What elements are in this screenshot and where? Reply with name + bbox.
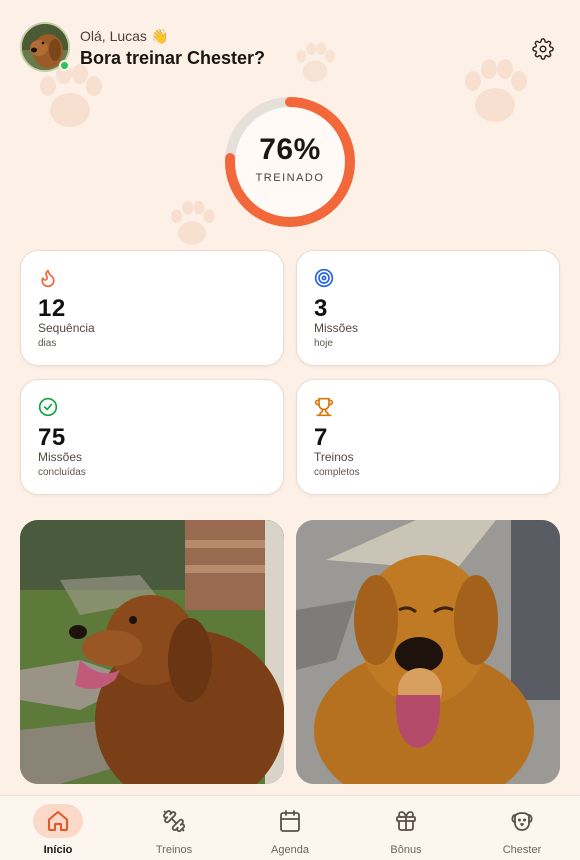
stat-label: Missões (38, 450, 83, 464)
target-icon (314, 268, 334, 288)
paw-decoration-icon (171, 200, 215, 245)
stat-value: 75 (38, 424, 66, 451)
nav-item-agenda[interactable]: Agenda (250, 796, 330, 860)
nav-label: Chester (502, 844, 542, 856)
nav-label: Início (43, 844, 73, 856)
stat-card-trainings[interactable]: 7 Treinos completos (296, 379, 560, 495)
online-status-indicator (59, 60, 70, 71)
bottom-navigation: Início Treinos Agenda Bônus Chester (0, 795, 580, 860)
stat-sublabel: completos (314, 467, 360, 478)
dog-photo-profile[interactable] (20, 520, 284, 784)
wave-emoji: 👋 (150, 28, 169, 44)
stat-value: 7 (314, 424, 328, 451)
flame-icon (41, 269, 55, 288)
dog-face-icon (511, 812, 533, 831)
nav-item-chester[interactable]: Chester (482, 796, 562, 860)
greeting-text: Olá, Lucas 👋 (80, 28, 168, 45)
nav-label: Agenda (271, 844, 309, 856)
dog-photo-front[interactable] (296, 520, 560, 784)
stat-value: 12 (38, 295, 66, 322)
check-circle-icon (38, 397, 58, 417)
stat-label: Missões (314, 321, 359, 335)
trophy-icon (314, 397, 334, 417)
header: Olá, Lucas 👋 Bora treinar Chester? (20, 22, 560, 76)
progress-caption: TREINADO (255, 172, 325, 184)
home-icon (48, 811, 68, 831)
stat-label: Sequência (38, 321, 95, 335)
calendar-icon (280, 810, 300, 832)
gift-icon (396, 811, 416, 831)
stat-card-missions-completed[interactable]: 75 Missões concluídas (20, 379, 284, 495)
greeting-label: Olá, Lucas (80, 28, 147, 44)
stat-sublabel: hoje (314, 338, 333, 349)
stat-label: Treinos (314, 450, 354, 464)
stat-sublabel: dias (38, 338, 57, 349)
stat-value: 3 (314, 295, 328, 322)
page-title: Bora treinar Chester? (80, 48, 266, 68)
stat-card-streak[interactable]: 12 Sequência dias (20, 250, 284, 366)
nav-item-treinos[interactable]: Treinos (134, 796, 214, 860)
stat-card-missions-today[interactable]: 3 Missões hoje (296, 250, 560, 366)
progress-percentage: 76% (259, 133, 321, 166)
profile-avatar[interactable] (20, 22, 70, 72)
training-progress-ring: 76% TREINADO (223, 95, 357, 229)
gear-icon[interactable] (532, 38, 554, 60)
dumbbell-icon (163, 810, 185, 833)
nav-label: Treinos (155, 844, 193, 856)
nav-label: Bônus (390, 844, 422, 856)
stat-sublabel: concluídas (38, 467, 86, 478)
nav-item-bonus[interactable]: Bônus (366, 796, 446, 860)
nav-item-inicio[interactable]: Início (18, 796, 98, 860)
